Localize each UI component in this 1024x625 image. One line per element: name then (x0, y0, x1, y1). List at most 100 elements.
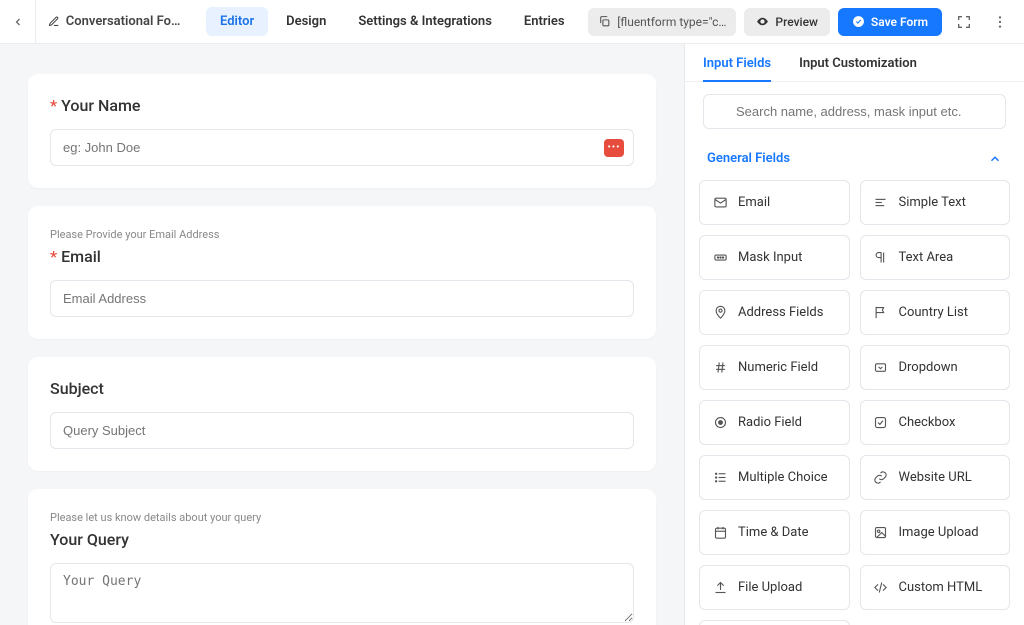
toolbar-right: [fluentform type="c… Preview Save Form (588, 8, 1014, 36)
paragraph-icon (873, 250, 889, 265)
sidebar: Input Fields Input Customization General … (684, 44, 1024, 625)
field-image-upload[interactable]: Image Upload (860, 510, 1011, 555)
field-time-date[interactable]: Time & Date (699, 510, 850, 555)
field-website-url[interactable]: Website URL (860, 455, 1011, 500)
flag-icon (873, 305, 889, 320)
search-wrap (685, 82, 1024, 141)
list-icon (712, 470, 728, 485)
tab-entries[interactable]: Entries (510, 7, 579, 36)
helper-text: Please let us know details about your qu… (50, 511, 634, 524)
field-label: Address Fields (738, 305, 823, 320)
chevron-up-icon (988, 152, 1002, 166)
copy-icon (598, 15, 611, 28)
field-options-badge[interactable]: ••• (604, 139, 624, 157)
tab-editor[interactable]: Editor (206, 7, 268, 36)
field-country-list[interactable]: Country List (860, 290, 1011, 335)
field-file-upload[interactable]: File Upload (699, 565, 850, 610)
save-label: Save Form (871, 15, 928, 29)
form-canvas[interactable]: *Your Name ••• Please Provide your Email A… (0, 44, 684, 625)
checkbox-icon (873, 415, 889, 430)
query-textarea[interactable] (50, 563, 634, 623)
content: *Your Name ••• Please Provide your Email A… (0, 44, 1024, 625)
field-label: Checkbox (899, 415, 956, 430)
required-asterisk: * (50, 247, 57, 266)
check-circle-icon (852, 15, 865, 28)
link-icon (873, 470, 889, 485)
sidebar-tab-input-customization[interactable]: Input Customization (799, 56, 917, 81)
tab-design[interactable]: Design (272, 7, 340, 36)
mask-icon (712, 250, 728, 265)
back-button[interactable] (0, 0, 36, 44)
page-title-wrap[interactable]: Conversational Form… (36, 14, 196, 29)
upload-icon (712, 580, 728, 595)
field-label: Image Upload (899, 525, 979, 540)
field-address-fields[interactable]: Address Fields (699, 290, 850, 335)
radio-icon (712, 415, 728, 430)
save-button[interactable]: Save Form (838, 8, 942, 36)
page-title: Conversational Form… (66, 14, 184, 29)
tab-settings-integrations[interactable]: Settings & Integrations (344, 7, 506, 36)
main-tabs: EditorDesignSettings & IntegrationsEntri… (206, 7, 579, 36)
field-label: Radio Field (738, 415, 802, 430)
chevron-left-icon (12, 16, 24, 28)
fields-scroll[interactable]: Email Simple Text Mask Input Text Area Addre… (685, 176, 1024, 625)
field-label: Custom HTML (899, 580, 983, 595)
field-label: Country List (899, 305, 969, 320)
form-card-subject[interactable]: Subject (28, 357, 656, 471)
preview-label: Preview (775, 15, 818, 29)
more-button[interactable] (986, 8, 1014, 36)
search-input[interactable] (703, 94, 1006, 129)
field-label: Email (738, 195, 770, 210)
field-phone-mobile[interactable]: Phone/Mobile (699, 620, 850, 625)
form-card-name[interactable]: *Your Name ••• (28, 74, 656, 188)
field-label: Your Query (50, 530, 634, 549)
field-radio-field[interactable]: Radio Field (699, 400, 850, 445)
more-vertical-icon (992, 14, 1008, 30)
field-dropdown[interactable]: Dropdown (860, 345, 1011, 390)
field-label: Website URL (899, 470, 972, 485)
field-label: Subject (50, 379, 634, 398)
field-email[interactable]: Email (699, 180, 850, 225)
form-card-email[interactable]: Please Provide your Email Address*Email (28, 206, 656, 339)
topbar: Conversational Form… EditorDesignSetting… (0, 0, 1024, 44)
field-label: Time & Date (738, 525, 809, 540)
field-numeric-field[interactable]: Numeric Field (699, 345, 850, 390)
shortcode-text: [fluentform type="c… (617, 15, 726, 29)
name-input[interactable] (50, 129, 634, 166)
form-card-query[interactable]: Please let us know details about your qu… (28, 489, 656, 625)
field-text-area[interactable]: Text Area (860, 235, 1011, 280)
preview-button[interactable]: Preview (744, 8, 830, 36)
field-label: Multiple Choice (738, 470, 828, 485)
subject-input[interactable] (50, 412, 634, 449)
pin-icon (712, 305, 728, 320)
text-icon (873, 195, 889, 210)
calendar-icon (712, 525, 728, 540)
field-multiple-choice[interactable]: Multiple Choice (699, 455, 850, 500)
field-custom-html[interactable]: Custom HTML (860, 565, 1011, 610)
eye-icon (756, 15, 769, 28)
sidebar-tab-input-fields[interactable]: Input Fields (703, 56, 771, 81)
field-label: File Upload (738, 580, 802, 595)
accordion-general-fields[interactable]: General Fields (685, 141, 1024, 176)
pencil-icon (48, 15, 60, 28)
field-label: Text Area (899, 250, 954, 265)
field-simple-text[interactable]: Simple Text (860, 180, 1011, 225)
field-mask-input[interactable]: Mask Input (699, 235, 850, 280)
fullscreen-icon (956, 14, 972, 30)
field-checkbox[interactable]: Checkbox (860, 400, 1011, 445)
required-asterisk: * (50, 96, 57, 115)
shortcode-pill[interactable]: [fluentform type="c… (588, 8, 736, 36)
field-label: Mask Input (738, 250, 802, 265)
field-label: Numeric Field (738, 360, 818, 375)
dropdown-icon (873, 360, 889, 375)
field-label: Dropdown (899, 360, 958, 375)
field-label: Simple Text (899, 195, 966, 210)
mail-icon (712, 195, 728, 210)
field-label: *Email (50, 247, 634, 266)
code-icon (873, 580, 889, 595)
group-title: General Fields (707, 151, 790, 166)
email-input[interactable] (50, 280, 634, 317)
fullscreen-button[interactable] (950, 8, 978, 36)
field-label: *Your Name (50, 96, 634, 115)
hash-icon (712, 360, 728, 375)
